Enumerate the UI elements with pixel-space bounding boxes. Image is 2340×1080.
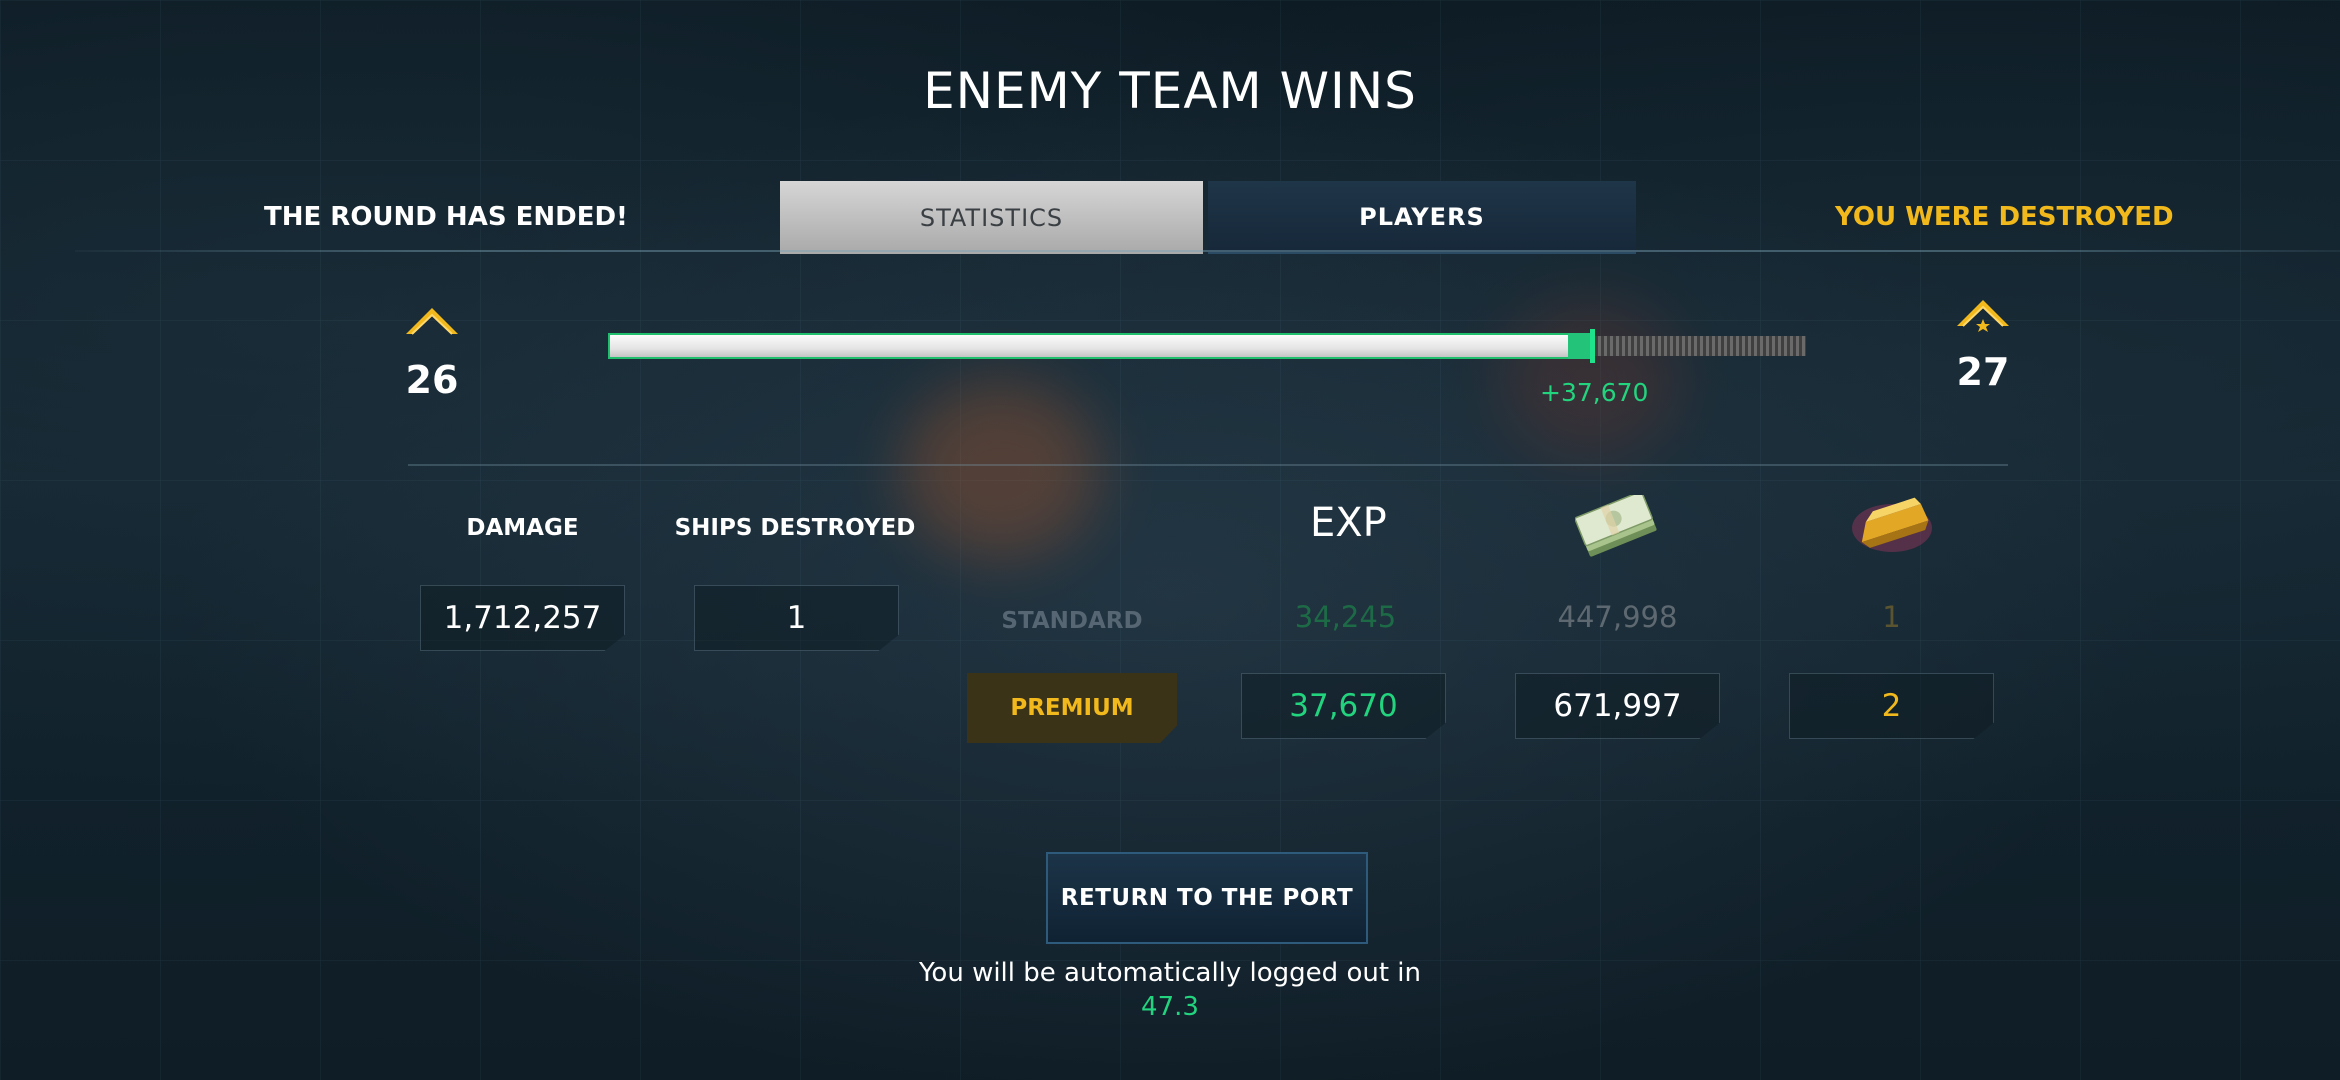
ships-destroyed-label: SHIPS DESTROYED <box>674 515 916 541</box>
premium-gold: 2 <box>1789 673 1994 739</box>
damage-label: DAMAGE <box>466 515 579 541</box>
standard-credits: 447,998 <box>1557 600 1678 634</box>
premium-row-label: PREMIUM <box>967 673 1177 743</box>
destroyed-status-text: YOU WERE DESTROYED <box>1835 202 2174 232</box>
result-title: ENEMY TEAM WINS <box>923 62 1417 120</box>
gold-bar-icon <box>1850 490 1935 560</box>
cash-stack-icon <box>1574 491 1660 560</box>
return-to-port-button[interactable]: RETURN TO THE PORT <box>1046 852 1368 944</box>
premium-exp: 37,670 <box>1241 673 1446 739</box>
next-rank: 27 <box>1938 292 2028 394</box>
rank-chevron-icon <box>406 308 458 335</box>
exp-gain-label: +37,670 <box>1540 378 1649 407</box>
standard-row-label: STANDARD <box>1001 608 1143 634</box>
tab-players[interactable]: PLAYERS <box>1208 181 1636 254</box>
ships-destroyed-value: 1 <box>694 585 899 651</box>
current-rank-number: 26 <box>405 358 459 402</box>
damage-value: 1,712,257 <box>420 585 625 651</box>
standard-exp: 34,245 <box>1294 600 1397 634</box>
logout-notice: You will be automatically logged out in <box>918 958 1421 988</box>
progress-marker <box>1590 329 1595 363</box>
experience-progress-bar <box>608 329 1806 363</box>
standard-gold: 1 <box>1882 600 1901 634</box>
next-rank-number: 27 <box>1956 350 2010 394</box>
progress-gain <box>1568 333 1590 359</box>
rank-chevron-star-icon <box>1957 300 2009 332</box>
current-rank: 26 <box>387 300 477 402</box>
exp-header: EXP <box>1310 500 1387 546</box>
premium-credits: 671,997 <box>1515 673 1720 739</box>
section-divider <box>408 464 2008 466</box>
header-divider <box>75 250 2340 252</box>
logout-countdown: 47.3 <box>1141 992 1199 1022</box>
progress-fill <box>608 333 1590 359</box>
background-glow <box>900 380 1100 560</box>
tab-statistics[interactable]: STATISTICS <box>780 181 1203 254</box>
round-ended-text: THE ROUND HAS ENDED! <box>264 202 628 232</box>
